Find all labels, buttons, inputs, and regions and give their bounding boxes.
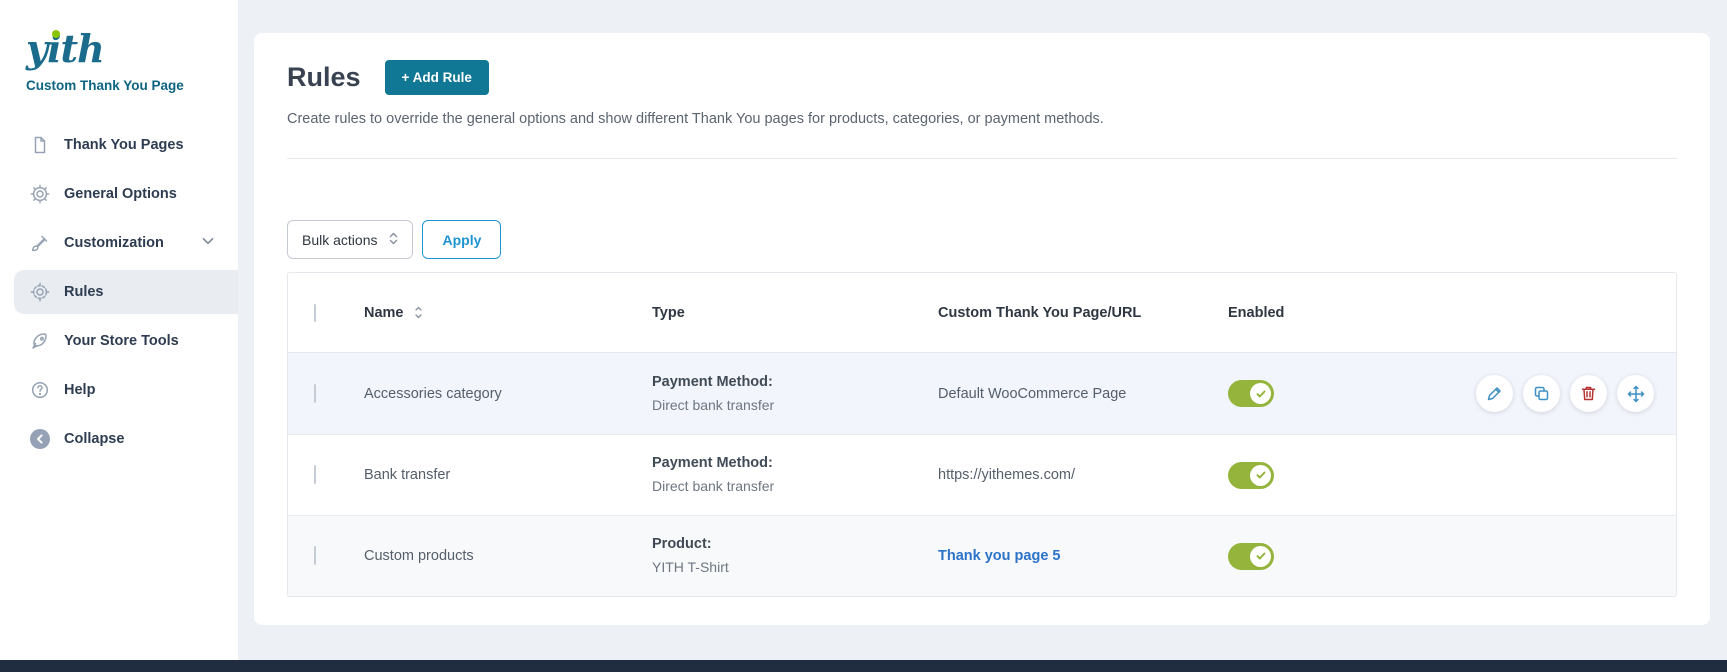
collapse-icon bbox=[29, 428, 51, 450]
enabled-toggle[interactable] bbox=[1228, 543, 1274, 570]
column-header-enabled: Enabled bbox=[1214, 305, 1344, 321]
table-row: Accessories category Payment Method: Dir… bbox=[288, 353, 1676, 434]
select-arrows-icon bbox=[387, 231, 400, 249]
page-title: Rules bbox=[287, 62, 361, 93]
rule-page: Default WooCommerce Page bbox=[924, 386, 1214, 402]
rule-name: Bank transfer bbox=[350, 467, 638, 483]
rule-name: Accessories category bbox=[350, 386, 638, 402]
main-panel: Rules + Add Rule Create rules to overrid… bbox=[254, 33, 1710, 625]
enabled-toggle[interactable] bbox=[1228, 462, 1274, 489]
cog-icon bbox=[29, 281, 51, 303]
sidebar-collapse-label: Collapse bbox=[64, 431, 124, 447]
delete-button[interactable] bbox=[1570, 375, 1607, 412]
sidebar-item-thank-you-pages[interactable]: Thank You Pages bbox=[0, 123, 238, 167]
toggle-check-icon bbox=[1250, 546, 1271, 567]
bulk-actions-toolbar: Bulk actions Apply bbox=[287, 220, 1677, 259]
header-divider bbox=[287, 158, 1677, 159]
rule-page: https://yithemes.com/ bbox=[924, 467, 1214, 483]
panel-header: Rules + Add Rule Create rules to overrid… bbox=[254, 33, 1710, 159]
bulk-actions-label: Bulk actions bbox=[302, 232, 377, 248]
move-button[interactable] bbox=[1617, 375, 1654, 412]
page-icon bbox=[29, 134, 51, 156]
row-checkbox[interactable] bbox=[314, 546, 316, 565]
sort-icon[interactable] bbox=[412, 305, 425, 320]
column-header-type: Type bbox=[638, 305, 924, 321]
row-checkbox[interactable] bbox=[314, 465, 316, 484]
sidebar-item-general-options[interactable]: General Options bbox=[0, 172, 238, 216]
rule-name: Custom products bbox=[350, 548, 638, 564]
sidebar-item-customization[interactable]: Customization bbox=[0, 221, 238, 265]
rule-type-value: Direct bank transfer bbox=[652, 395, 924, 415]
table-header-row: Name Type Custom Thank You Page/URL Enab… bbox=[288, 273, 1676, 353]
column-header-name[interactable]: Name bbox=[364, 305, 404, 321]
paintbrush-icon bbox=[29, 232, 51, 254]
logo-text: yith bbox=[26, 30, 104, 68]
bulk-actions-select[interactable]: Bulk actions bbox=[287, 220, 413, 259]
row-checkbox[interactable] bbox=[314, 384, 316, 403]
sidebar-item-label: Your Store Tools bbox=[64, 333, 179, 349]
edit-button[interactable] bbox=[1476, 375, 1513, 412]
add-rule-button[interactable]: + Add Rule bbox=[385, 60, 489, 95]
chevron-down-icon[interactable] bbox=[200, 233, 216, 253]
rule-type-label: Payment Method: bbox=[652, 453, 924, 474]
yith-logo: yith bbox=[0, 0, 238, 68]
toggle-check-icon bbox=[1250, 465, 1271, 486]
help-icon bbox=[29, 379, 51, 401]
sidebar-item-label: Customization bbox=[64, 235, 164, 251]
rule-type-label: Product: bbox=[652, 534, 924, 555]
plugin-name: Custom Thank You Page bbox=[26, 78, 238, 93]
toggle-check-icon bbox=[1250, 383, 1271, 404]
rocket-icon bbox=[29, 330, 51, 352]
sidebar-item-help[interactable]: Help bbox=[0, 368, 238, 412]
table-row: Bank transfer Payment Method: Direct ban… bbox=[288, 434, 1676, 515]
apply-button[interactable]: Apply bbox=[422, 220, 501, 259]
rule-page-link[interactable]: Thank you page 5 bbox=[938, 548, 1060, 564]
enabled-toggle[interactable] bbox=[1228, 380, 1274, 407]
sidebar-item-label: General Options bbox=[64, 186, 177, 202]
table-row: Custom products Product: YITH T-Shirt Th… bbox=[288, 515, 1676, 596]
sidebar: yith Custom Thank You Page Thank You Pag… bbox=[0, 0, 238, 660]
sidebar-item-label: Thank You Pages bbox=[64, 137, 184, 153]
page-description: Create rules to override the general opt… bbox=[287, 111, 1677, 127]
column-header-page: Custom Thank You Page/URL bbox=[924, 305, 1214, 321]
sidebar-item-rules[interactable]: Rules bbox=[14, 270, 238, 314]
sidebar-collapse-button[interactable]: Collapse bbox=[0, 417, 238, 461]
duplicate-button[interactable] bbox=[1523, 375, 1560, 412]
select-all-checkbox[interactable] bbox=[314, 304, 316, 322]
sidebar-item-your-store-tools[interactable]: Your Store Tools bbox=[0, 319, 238, 363]
gear-icon bbox=[29, 183, 51, 205]
rules-table: Name Type Custom Thank You Page/URL Enab… bbox=[287, 272, 1677, 597]
sidebar-item-label: Help bbox=[64, 382, 95, 398]
row-actions bbox=[1344, 375, 1676, 412]
logo-dot bbox=[52, 30, 60, 38]
sidebar-nav: Thank You Pages General Options Customiz… bbox=[0, 123, 238, 461]
sidebar-item-label: Rules bbox=[64, 284, 104, 300]
bottom-bar bbox=[0, 660, 1727, 672]
rule-type-label: Payment Method: bbox=[652, 372, 924, 393]
rule-type-value: YITH T-Shirt bbox=[652, 557, 924, 577]
rule-type-value: Direct bank transfer bbox=[652, 476, 924, 496]
